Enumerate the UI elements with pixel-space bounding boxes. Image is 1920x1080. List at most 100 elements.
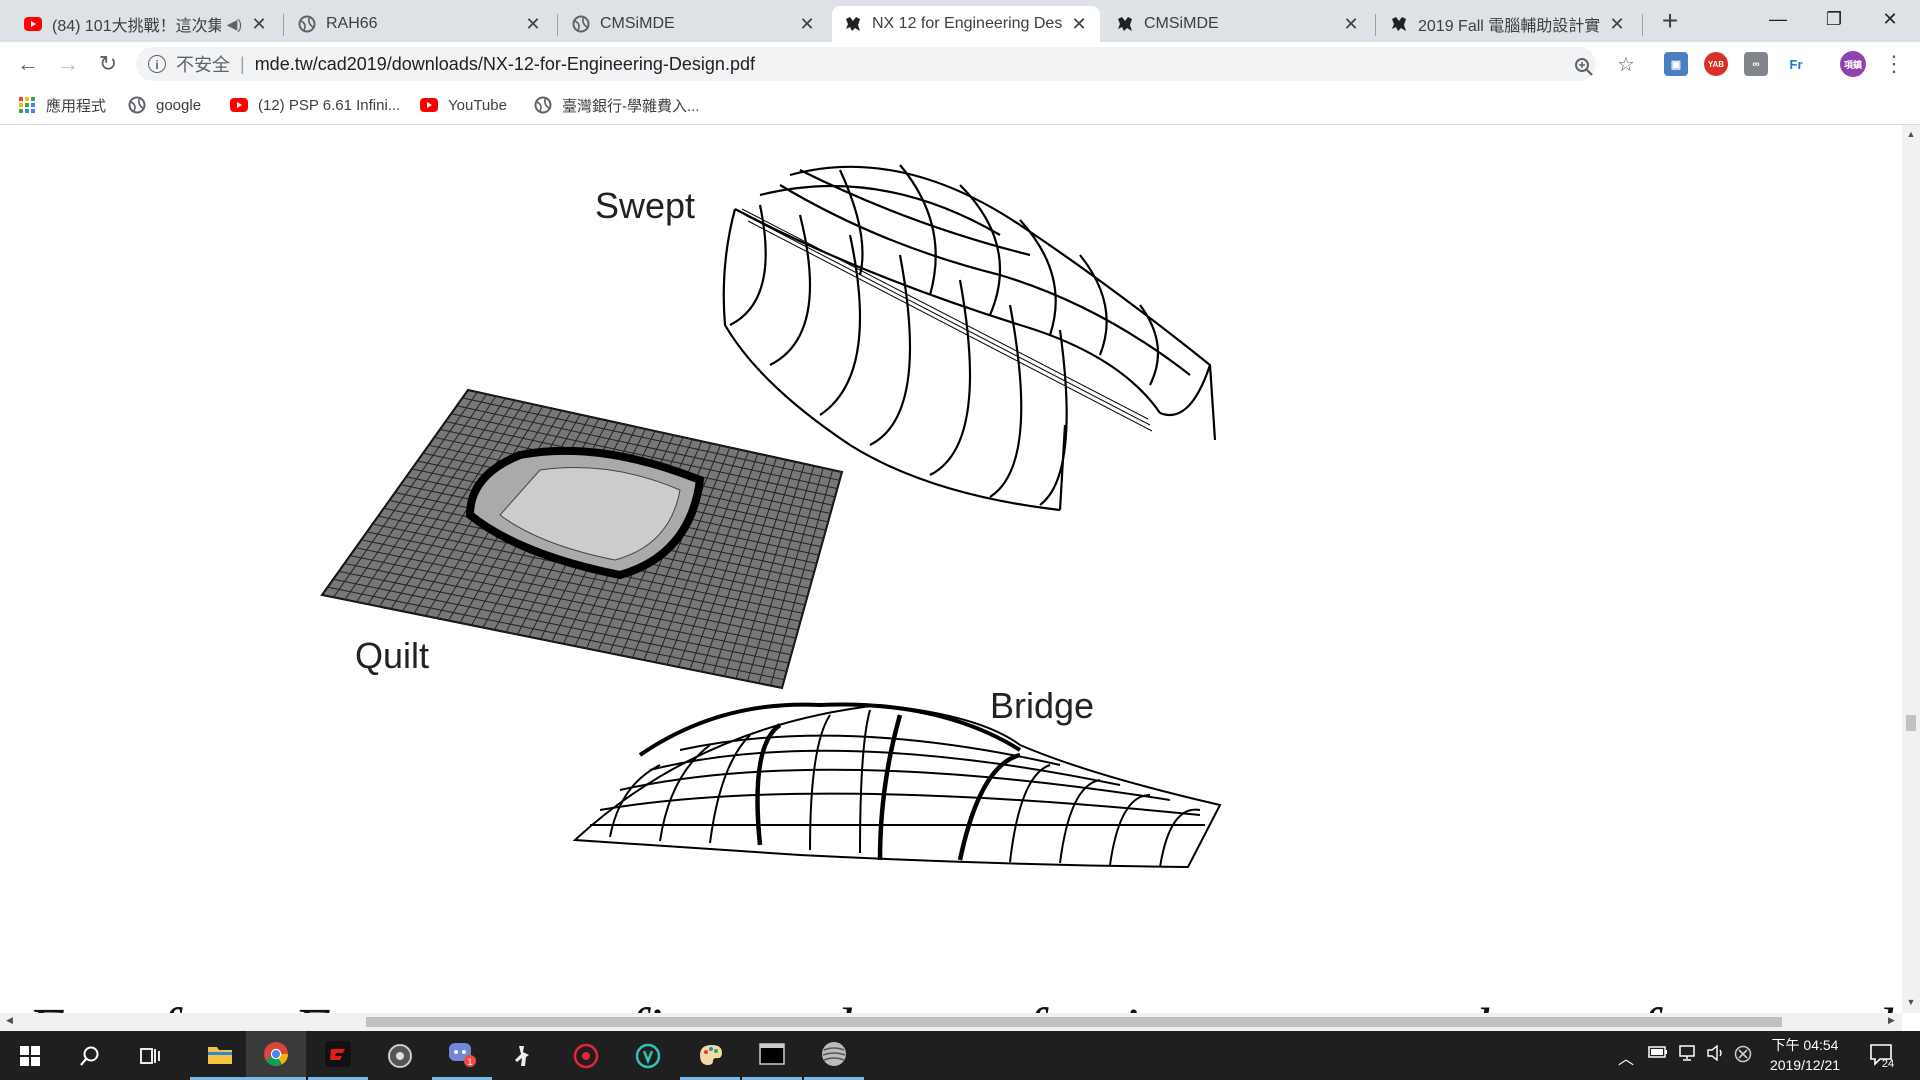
start-icon[interactable] [0,1031,60,1080]
swept-surface-drawing [722,164,1217,512]
back-button[interactable]: ← [14,50,42,78]
profile-avatar[interactable]: 項鎮 [1840,51,1866,77]
notification-count: 24 [1882,1058,1894,1069]
youtube-icon [230,96,248,114]
vertical-scrollbar[interactable]: ▲ ▼ [1902,125,1920,1013]
tab-nx12-active[interactable]: NX 12 for Engineering Desi ✕ [832,6,1100,42]
new-tab-button[interactable]: + [1656,7,1684,36]
close-tab-icon[interactable]: ✕ [1608,15,1626,33]
counter-strike-icon[interactable] [494,1031,554,1080]
tab-2019-fall[interactable]: 2019 Fall 電腦輔助設計實習 ✕ [1378,6,1638,42]
info-icon[interactable]: i [148,55,166,73]
tab-separator [283,14,284,36]
bookmark-label: (12) PSP 6.61 Infini... [258,96,401,114]
tab-title: CMSiMDE [1144,15,1219,32]
menu-icon[interactable]: ⋮ [1882,51,1906,76]
minimize-button[interactable]: — [1750,0,1806,38]
globe-icon [128,96,146,114]
youtube-icon [24,15,42,33]
tab-cmsimde-2[interactable]: CMSiMDE ✕ [1104,6,1372,42]
clock-date: 2019/12/21 [1769,1057,1841,1073]
sphere-icon[interactable] [804,1031,864,1080]
close-tab-icon[interactable]: ✕ [250,15,268,33]
close-tab-icon[interactable]: ✕ [1342,15,1360,33]
chevron-up-icon[interactable]: ︿ [1618,1045,1634,1069]
globe-icon [298,15,316,33]
bookmark-apps[interactable]: 應用程式 [18,94,106,116]
file-explorer-icon[interactable] [190,1031,250,1080]
maximize-button[interactable]: ❐ [1806,0,1862,38]
search-icon[interactable] [60,1031,120,1080]
close-tab-icon[interactable]: ✕ [524,15,542,33]
close-tab-icon[interactable]: ✕ [1070,15,1088,33]
app-icon[interactable] [370,1031,430,1080]
tab-rah66[interactable]: RAH66 ✕ [286,6,554,42]
browser-toolbar: ← → ↻ i 不安全 | mde.tw/cad2019/downloads/N… [0,42,1920,86]
disconnected-icon[interactable] [1734,1045,1752,1068]
system-clock[interactable]: 下午 04:54 2019/12/21 [1760,1035,1850,1075]
pdf-body-text: Free form Features are first made out of… [28,995,1902,1013]
chrome-icon[interactable] [246,1031,306,1080]
task-view-icon[interactable] [120,1031,180,1080]
scroll-down-arrow[interactable]: ▼ [1905,997,1917,1007]
notification-center-icon[interactable]: 24 [1868,1041,1896,1074]
garena-icon[interactable] [308,1031,368,1080]
pdf-viewer[interactable]: Swept Quilt Bridge Free form Features ar… [0,125,1902,1013]
paint-icon[interactable] [680,1031,740,1080]
camera-extension-icon[interactable]: ▣ [1664,52,1688,76]
figure-label-bridge: Bridge [990,685,1095,726]
bookmarks-bar: 應用程式 google (12) PSP 6.61 Infini... YouT… [0,86,1920,125]
figure-label-quilt: Quilt [355,635,430,676]
battery-icon[interactable] [1648,1045,1668,1064]
bookmark-google[interactable]: google [128,94,201,116]
forward-button[interactable]: → [54,50,82,78]
tab-strip: (84) 101大挑戰！這次集 ◀) ✕ RAH66 ✕ CMSiMDE ✕ N… [0,0,1920,42]
apps-grid-icon [18,96,36,114]
tab-title: (84) 101大挑戰！這次集 [52,18,221,35]
translate-extension-icon[interactable]: Fr [1784,52,1808,76]
infinity-extension-icon[interactable]: ∞ [1744,52,1768,76]
scrollbar-thumb[interactable] [1906,715,1916,731]
close-window-button[interactable]: ✕ [1862,0,1918,38]
game-icon[interactable] [556,1031,616,1080]
security-label[interactable]: 不安全 [176,51,230,77]
address-bar[interactable]: i 不安全 | mde.tw/cad2019/downloads/NX-12-f… [136,47,1596,81]
terminal-icon[interactable] [742,1031,802,1080]
volume-icon[interactable] [1706,1044,1726,1066]
reload-button[interactable]: ↻ [94,50,122,78]
close-tab-icon[interactable]: ✕ [798,15,816,33]
tab-cmsimde-1[interactable]: CMSiMDE ✕ [560,6,828,42]
bookmark-label: 臺灣銀行-學雜費入... [562,97,700,115]
freeform-features-figure [320,164,1222,869]
vpn-icon[interactable] [618,1031,678,1080]
tab-separator [1642,14,1643,36]
scrollbar-thumb[interactable] [366,1017,1782,1027]
cmsimde-icon [1116,15,1134,33]
bookmark-psp[interactable]: (12) PSP 6.61 Infini... [230,94,400,116]
bookmark-label: google [156,96,202,114]
yab-extension-icon[interactable]: YAB [1704,52,1728,76]
scroll-up-arrow[interactable]: ▲ [1905,129,1917,139]
bookmark-label: 應用程式 [46,97,107,115]
bookmark-bank[interactable]: 臺灣銀行-學雜費入... [534,94,700,116]
scroll-right-arrow[interactable]: ▶ [1888,1015,1895,1026]
globe-icon [572,15,590,33]
windows-taskbar: 1 ︿ 下午 04:54 2019/12/21 24 [0,1031,1920,1080]
bookmark-youtube[interactable]: YouTube [420,94,507,116]
youtube-icon [420,96,438,114]
speaker-icon[interactable]: ◀) [227,16,242,33]
network-icon[interactable] [1678,1045,1698,1066]
tab-separator [1375,14,1376,36]
horizontal-scrollbar[interactable]: ◀ ▶ [0,1013,1902,1031]
discord-icon[interactable]: 1 [432,1031,492,1080]
zoom-icon[interactable] [1572,55,1596,79]
cmsimde-icon [844,15,862,33]
url-text[interactable]: mde.tw/cad2019/downloads/NX-12-for-Engin… [255,54,755,75]
tab-youtube-101[interactable]: (84) 101大挑戰！這次集 ◀) ✕ [12,6,280,42]
figure-label-swept: Swept [595,185,696,226]
tab-separator [557,14,558,36]
cmsimde-icon [1390,15,1408,33]
scroll-left-arrow[interactable]: ◀ [6,1015,13,1026]
globe-icon [534,96,552,114]
bookmark-star-icon[interactable]: ☆ [1614,52,1638,76]
